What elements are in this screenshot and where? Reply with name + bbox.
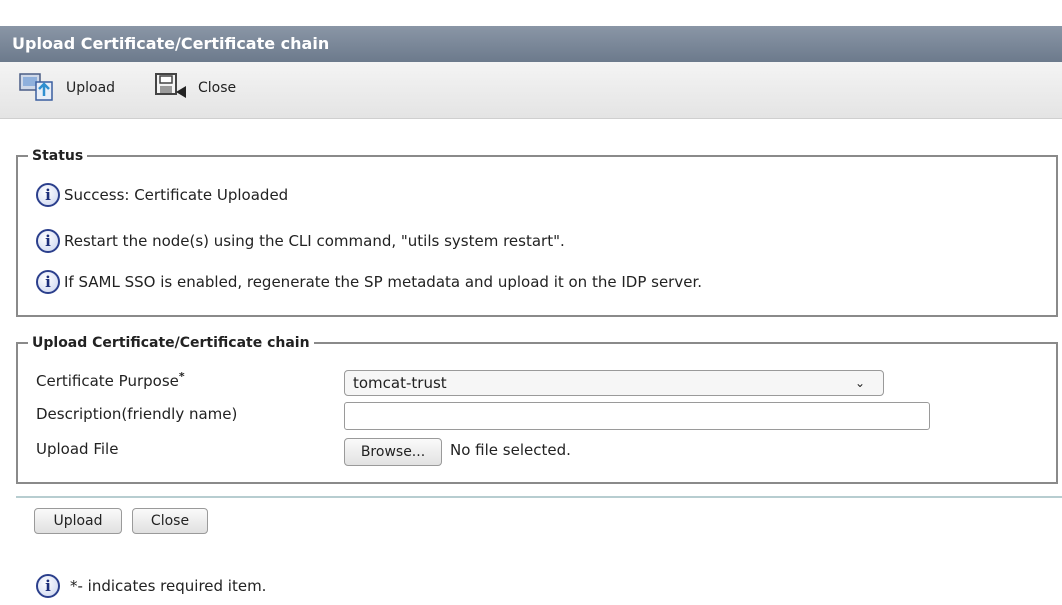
status-message-text: Restart the node(s) using the CLI comman…: [64, 232, 565, 250]
certificate-purpose-label: Certificate Purpose*: [36, 370, 185, 390]
info-icon: i: [36, 270, 60, 294]
close-button[interactable]: Close: [132, 508, 208, 534]
info-icon: i: [36, 574, 60, 598]
toolbar-upload-button[interactable]: Upload: [18, 72, 115, 104]
status-legend: Status: [28, 147, 88, 165]
chevron-down-icon: ⌄: [854, 376, 865, 390]
file-status-text: No file selected.: [450, 441, 571, 459]
status-message: i Success: Certificate Uploaded: [36, 183, 288, 207]
close-icon: [152, 70, 198, 106]
description-field[interactable]: [344, 402, 930, 430]
toolbar: Upload Close: [0, 62, 1062, 119]
toolbar-upload-label: Upload: [66, 80, 116, 96]
info-icon: i: [36, 229, 60, 253]
upload-icon: [18, 70, 66, 106]
status-message: i Restart the node(s) using the CLI comm…: [36, 229, 565, 253]
certificate-purpose-select[interactable]: tomcat-trust ⌄: [344, 370, 884, 396]
required-mark: *: [178, 370, 185, 383]
status-message-text: If SAML SSO is enabled, regenerate the S…: [64, 273, 703, 291]
description-label: Description(friendly name): [36, 405, 238, 423]
browse-button[interactable]: Browse...: [344, 438, 442, 466]
status-message-text: Success: Certificate Uploaded: [64, 186, 289, 204]
info-icon: i: [36, 183, 60, 207]
upload-button[interactable]: Upload: [34, 508, 122, 534]
window-title: Upload Certificate/Certificate chain: [0, 26, 1062, 62]
required-note: i *- indicates required item.: [36, 574, 266, 598]
required-note-text: *- indicates required item.: [70, 577, 267, 595]
upload-form-legend: Upload Certificate/Certificate chain: [28, 334, 314, 352]
upload-file-label: Upload File: [36, 440, 119, 458]
toolbar-close-button[interactable]: Close: [152, 72, 236, 104]
divider: [16, 496, 1062, 498]
toolbar-close-label: Close: [198, 80, 237, 96]
certificate-purpose-value: tomcat-trust: [353, 374, 447, 392]
status-message: i If SAML SSO is enabled, regenerate the…: [36, 270, 702, 294]
